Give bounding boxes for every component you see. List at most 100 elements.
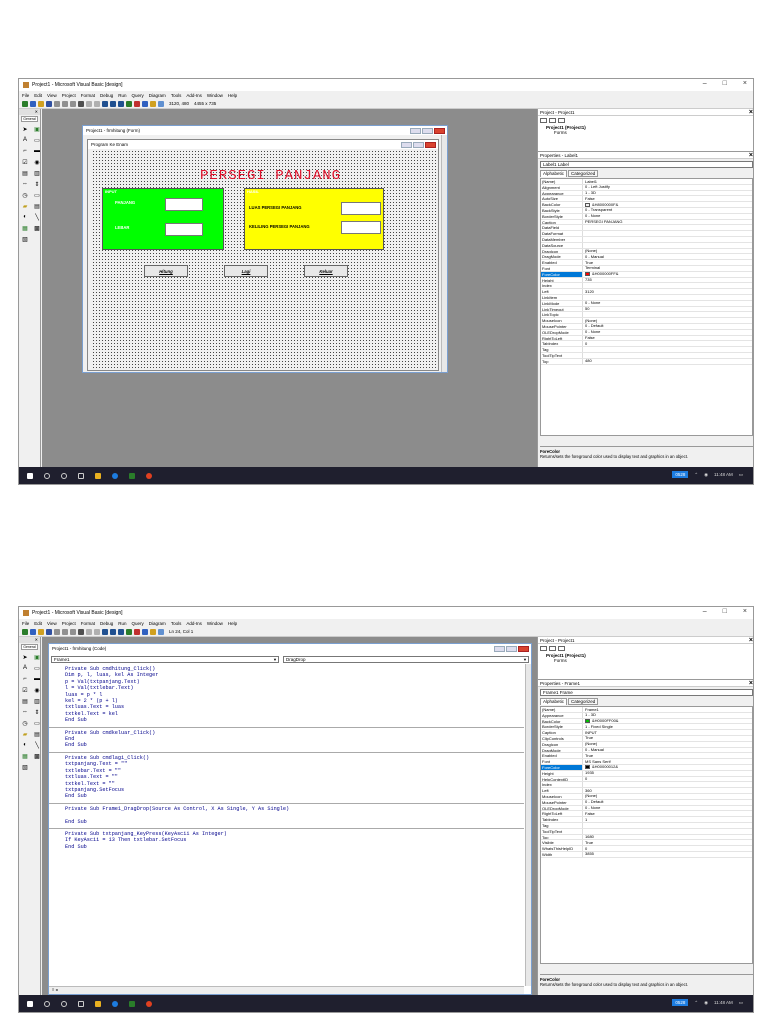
chevron-down-icon[interactable]: ▼ bbox=[523, 657, 527, 662]
project-explorer-icon[interactable] bbox=[126, 628, 132, 635]
vb-taskbar-icon[interactable] bbox=[129, 1000, 135, 1007]
search-icon[interactable] bbox=[44, 472, 50, 479]
menu-item[interactable]: Tools bbox=[171, 93, 182, 98]
label-panjang[interactable]: PANJANG bbox=[115, 200, 135, 205]
object-browser-icon[interactable] bbox=[150, 100, 156, 107]
close-icon[interactable]: × bbox=[749, 152, 753, 159]
property-value[interactable]: &H000000FF& bbox=[583, 272, 752, 277]
menu-item[interactable]: Format bbox=[81, 93, 95, 98]
add-project-icon[interactable] bbox=[22, 100, 28, 107]
menu-item[interactable]: Window bbox=[207, 93, 223, 98]
object-selector[interactable]: Frame1 Frame bbox=[540, 689, 753, 696]
menu-item[interactable]: Query bbox=[132, 93, 144, 98]
property-value[interactable]: (None) bbox=[583, 794, 752, 799]
property-value[interactable]: False bbox=[583, 811, 752, 816]
menu-item[interactable]: Project bbox=[62, 621, 76, 626]
minimize-icon[interactable] bbox=[401, 141, 412, 148]
cut-icon[interactable] bbox=[54, 628, 60, 635]
property-value[interactable]: False bbox=[583, 336, 752, 341]
property-value[interactable]: Frame1 bbox=[583, 707, 752, 712]
pointer-icon[interactable]: ➤ bbox=[21, 653, 29, 661]
shape-icon[interactable]: ◐ bbox=[21, 213, 29, 221]
close-icon[interactable]: ✕ bbox=[19, 109, 40, 115]
hitung-button[interactable]: Hitung bbox=[144, 265, 188, 277]
property-value[interactable]: 360 bbox=[583, 788, 752, 793]
picturebox-icon[interactable]: ▣ bbox=[33, 653, 41, 661]
code-editor[interactable]: Private Sub cmdhitung_Click() Dim p, l, l… bbox=[49, 664, 524, 986]
maximize-icon[interactable]: □ bbox=[723, 80, 727, 87]
filelistbox-icon[interactable]: ▤ bbox=[33, 202, 41, 210]
property-value[interactable]: 1 - 3D bbox=[583, 713, 752, 718]
clock[interactable]: 11:48 AM bbox=[714, 1000, 733, 1005]
property-value[interactable] bbox=[583, 225, 752, 230]
project-explorer-icon[interactable] bbox=[126, 100, 132, 107]
close-icon[interactable] bbox=[434, 127, 445, 134]
horizontal-scrollbar[interactable]: ≡ ◂ bbox=[49, 986, 524, 994]
properties-window-icon[interactable] bbox=[134, 628, 140, 635]
keluar-button[interactable]: Keluar bbox=[304, 265, 348, 277]
image-icon[interactable]: ▦ bbox=[21, 752, 29, 760]
redo-icon[interactable] bbox=[94, 100, 100, 107]
close-icon[interactable]: × bbox=[743, 80, 747, 87]
property-value[interactable]: &H8000000F& bbox=[583, 202, 752, 207]
form-layout-icon[interactable] bbox=[142, 628, 148, 635]
frame-icon[interactable]: ⌐ bbox=[21, 147, 29, 155]
close-icon[interactable]: × bbox=[749, 680, 753, 687]
checkbox-icon[interactable]: ☑ bbox=[21, 686, 29, 694]
data-icon[interactable]: ▩ bbox=[33, 224, 41, 232]
close-icon[interactable]: × bbox=[749, 109, 753, 116]
picturebox-icon[interactable]: ▣ bbox=[33, 125, 41, 133]
textbox-icon[interactable]: ▭ bbox=[33, 136, 41, 144]
label-icon[interactable]: A bbox=[21, 664, 29, 672]
task-view-icon[interactable] bbox=[78, 472, 84, 479]
property-row[interactable]: Top 480 bbox=[541, 358, 752, 365]
open-icon[interactable] bbox=[38, 628, 44, 635]
property-value[interactable] bbox=[583, 823, 752, 828]
listbox-icon[interactable]: ▥ bbox=[33, 169, 41, 177]
menu-item[interactable]: Edit bbox=[34, 93, 42, 98]
start-icon[interactable] bbox=[102, 628, 108, 635]
property-value[interactable]: 735 bbox=[583, 278, 752, 283]
ole-icon[interactable]: ▧ bbox=[21, 235, 29, 243]
minimize-icon[interactable]: – bbox=[703, 80, 707, 87]
add-project-icon[interactable] bbox=[22, 628, 28, 635]
optionbutton-icon[interactable]: ◉ bbox=[33, 158, 41, 166]
toggle-folders-icon[interactable] bbox=[558, 118, 565, 123]
property-value[interactable]: 0 - None bbox=[583, 806, 752, 811]
search-icon[interactable] bbox=[44, 1000, 50, 1007]
property-value[interactable]: 1 - Fixed Single bbox=[583, 724, 752, 729]
property-value[interactable]: True bbox=[583, 753, 752, 758]
pointer-icon[interactable]: ➤ bbox=[21, 125, 29, 133]
view-code-icon[interactable] bbox=[540, 118, 547, 123]
view-code-icon[interactable] bbox=[540, 646, 547, 651]
close-icon[interactable]: × bbox=[743, 608, 747, 615]
form-layout-icon[interactable] bbox=[142, 100, 148, 107]
pause-icon[interactable] bbox=[110, 628, 116, 635]
forms-node[interactable]: Forms bbox=[540, 130, 753, 135]
property-value[interactable]: 0 bbox=[583, 846, 752, 851]
listbox-icon[interactable]: ▥ bbox=[33, 697, 41, 705]
hscroll-icon[interactable]: ⇔ bbox=[21, 180, 29, 188]
property-value[interactable]: 0 - None bbox=[583, 330, 752, 335]
label-heading[interactable]: PERSEGI PANJANG bbox=[200, 168, 341, 184]
menu-item[interactable]: Add-Ins bbox=[186, 93, 202, 98]
menu-item[interactable]: Tools bbox=[171, 621, 182, 626]
property-value[interactable]: 1 - 3D bbox=[583, 191, 752, 196]
menu-item[interactable]: Run bbox=[118, 93, 126, 98]
drivelistbox-icon[interactable]: ▭ bbox=[33, 719, 41, 727]
vertical-scrollbar[interactable] bbox=[441, 135, 447, 372]
object-browser-icon[interactable] bbox=[150, 628, 156, 635]
chrome-icon[interactable] bbox=[146, 1000, 152, 1007]
property-value[interactable]: 1680 bbox=[583, 835, 752, 840]
pause-icon[interactable] bbox=[110, 100, 116, 107]
vscroll-icon[interactable]: ⇕ bbox=[33, 708, 41, 716]
property-value[interactable]: 0 - Left Justify bbox=[583, 185, 752, 190]
property-value[interactable]: 1935 bbox=[583, 771, 752, 776]
toolbox-icon[interactable] bbox=[158, 628, 164, 635]
property-value[interactable]: True bbox=[583, 260, 752, 265]
lagi-button[interactable]: Lagi bbox=[224, 265, 268, 277]
property-value[interactable] bbox=[583, 237, 752, 242]
volume-icon[interactable]: ◉ bbox=[704, 472, 708, 478]
cortana-icon[interactable] bbox=[61, 472, 67, 479]
property-value[interactable] bbox=[583, 353, 752, 358]
